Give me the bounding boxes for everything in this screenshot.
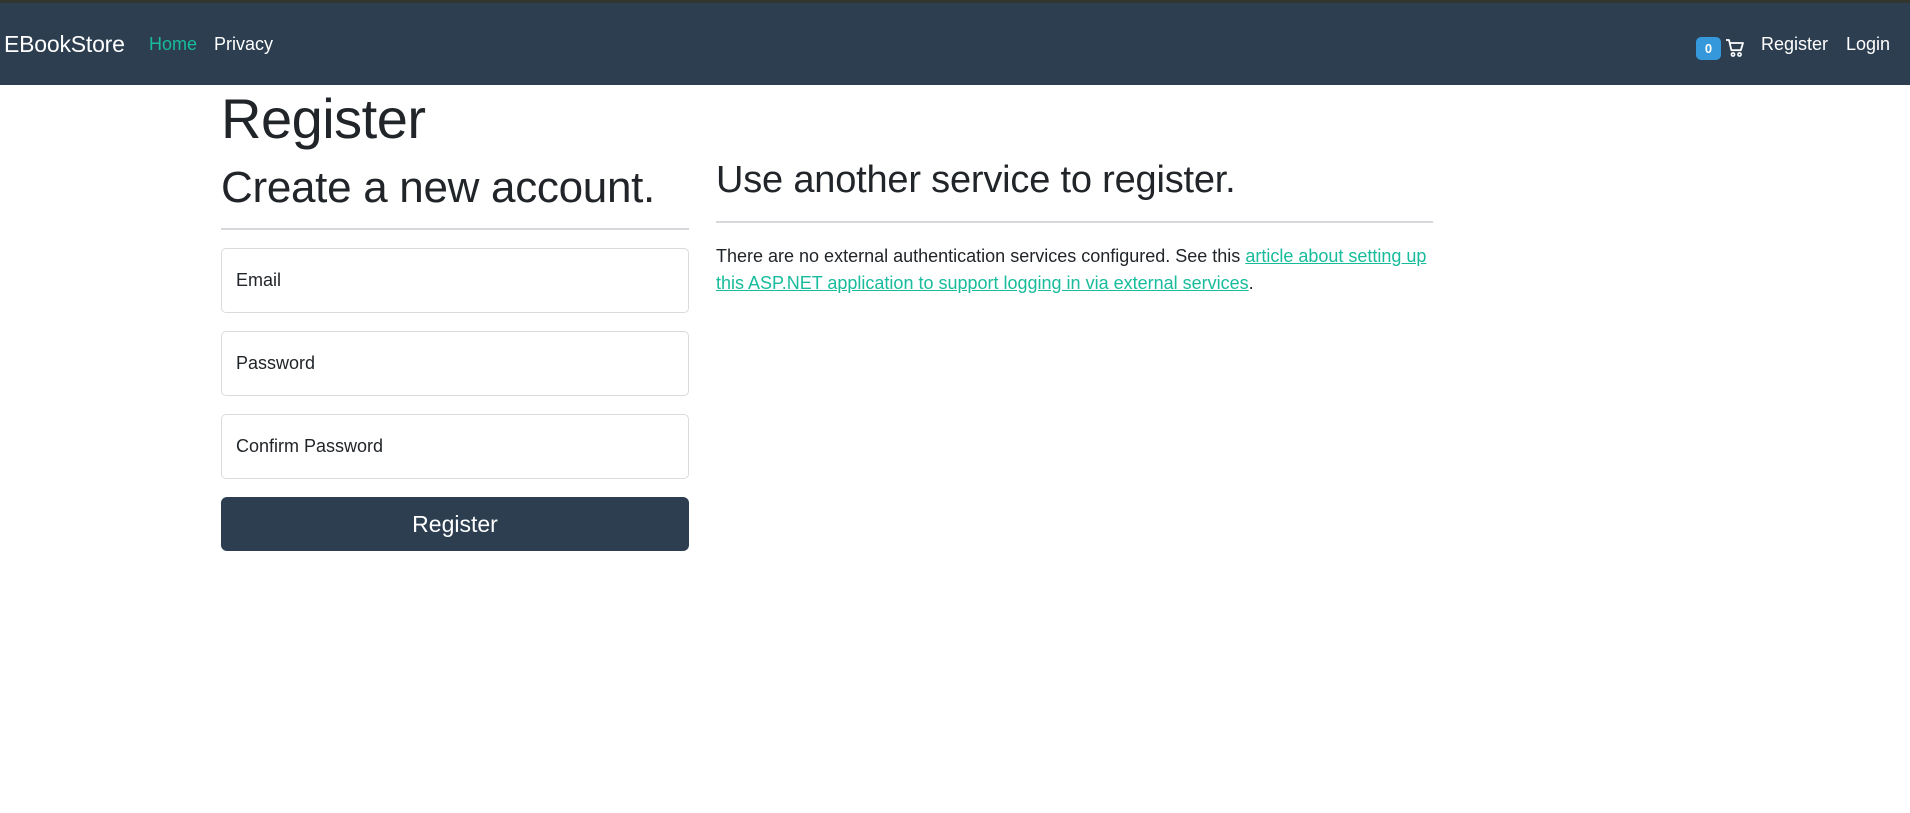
- nav-privacy-link[interactable]: Privacy: [214, 34, 273, 55]
- external-login-section: Use another service to register. There a…: [716, 160, 1433, 297]
- external-info-period: .: [1248, 273, 1254, 293]
- email-field[interactable]: Email: [221, 248, 689, 313]
- confirm-password-field[interactable]: Confirm Password: [221, 414, 689, 479]
- divider: [221, 228, 689, 230]
- brand-link[interactable]: EBookStore: [4, 31, 125, 58]
- password-field[interactable]: Password: [221, 331, 689, 396]
- divider: [716, 221, 1433, 223]
- nav-login-link[interactable]: Login: [1846, 34, 1890, 55]
- register-submit-button[interactable]: Register: [221, 497, 689, 551]
- register-form-heading: Create a new account.: [221, 163, 655, 212]
- navbar: EBookStore Home Privacy 0 Register Login: [0, 3, 1910, 85]
- nav-register-link[interactable]: Register: [1761, 34, 1828, 55]
- confirm-password-field-label: Confirm Password: [236, 436, 384, 456]
- external-info-text: There are no external authentication ser…: [716, 246, 1246, 266]
- email-field-label: Email: [236, 270, 282, 290]
- cart-count-badge: 0: [1696, 36, 1721, 60]
- password-field-label: Password: [236, 353, 316, 373]
- external-login-info: There are no external authentication ser…: [716, 243, 1433, 297]
- cart-button[interactable]: 0: [1696, 36, 1745, 60]
- nav-home-link[interactable]: Home: [149, 34, 197, 55]
- register-form: Create a new account. Email Password Con…: [221, 160, 689, 551]
- external-login-heading: Use another service to register.: [716, 159, 1236, 201]
- page-title: Register: [221, 87, 426, 150]
- cart-icon: [1726, 39, 1744, 57]
